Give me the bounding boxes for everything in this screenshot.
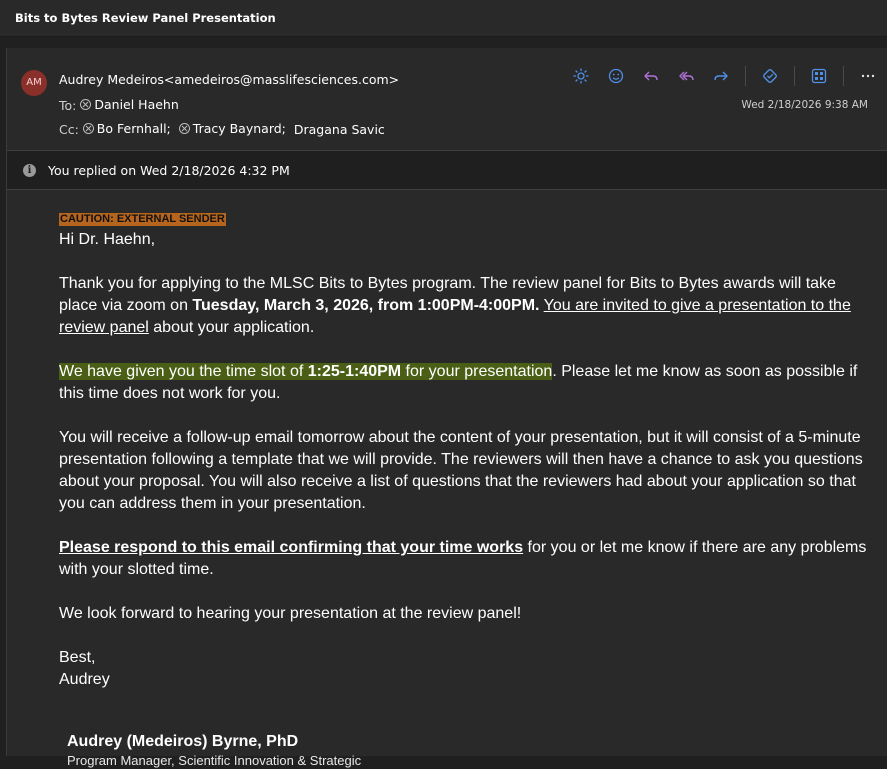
paragraph-3: You will receive a follow-up email tomor… (59, 429, 863, 512)
sun-icon[interactable] (570, 66, 592, 86)
paragraph-5: We look forward to hearing your presenta… (59, 605, 522, 622)
more-icon[interactable] (857, 66, 879, 86)
message-body: CAUTION: EXTERNAL SENDER Hi Dr. Haehn, T… (59, 207, 869, 769)
reply-all-icon[interactable] (675, 66, 697, 86)
message-date: Wed 2/18/2026 9:38 AM (741, 99, 868, 111)
sender-name[interactable]: Audrey Medeiros<amedeiros@masslifescienc… (59, 72, 399, 87)
remove-recipient-icon (178, 123, 190, 134)
toolbar-divider (843, 66, 844, 86)
recipient-name: Daniel Haehn (94, 97, 179, 112)
to-label: To: (59, 98, 77, 113)
cc-recipient-dragana-savic[interactable]: Dragana Savic (294, 122, 385, 137)
toolbar-divider (794, 66, 795, 86)
emoji-icon[interactable] (605, 66, 627, 86)
replied-text: You replied on Wed 2/18/2026 4:32 PM (48, 163, 290, 178)
window-title: Bits to Bytes Review Panel Presentation (15, 11, 276, 25)
recipient-name: Dragana Savic (293, 122, 385, 137)
to-line: To: Daniel Haehn (59, 97, 183, 113)
cc-label: Cc: (59, 122, 79, 137)
remove-recipient-icon (82, 123, 94, 134)
tag-icon[interactable] (759, 66, 781, 86)
reply-icon[interactable] (640, 66, 662, 86)
replied-banner: i You replied on Wed 2/18/2026 4:32 PM (7, 150, 887, 190)
paragraph-1: Thank you for applying to the MLSC Bits … (59, 275, 851, 336)
signature-name: Audrey (Medeiros) Byrne, PhD (67, 733, 299, 750)
remove-recipient-icon (80, 99, 92, 110)
cc-recipient-bo-fernhall[interactable]: Bo Fernhall; (82, 121, 171, 136)
paragraph-2: We have given you the time slot of 1:25-… (59, 363, 858, 402)
paragraph-4: Please respond to this email confirming … (59, 539, 867, 578)
recipient-name: Bo Fernhall; (96, 121, 171, 136)
apps-icon[interactable] (808, 66, 830, 86)
recipient-name: Tracy Baynard; (192, 121, 286, 136)
recipient-daniel-haehn[interactable]: Daniel Haehn (80, 97, 179, 112)
forward-icon[interactable] (710, 66, 732, 86)
greeting: Hi Dr. Haehn, (59, 231, 156, 248)
sender-line: Audrey Medeiros<amedeiros@masslifescienc… (59, 72, 399, 87)
caution-banner: CAUTION: EXTERNAL SENDER (59, 213, 226, 226)
cc-recipient-tracy-baynard[interactable]: Tracy Baynard; (178, 121, 286, 136)
closing: Best, (59, 649, 96, 666)
info-icon: i (23, 164, 36, 177)
toolbar-divider (745, 66, 746, 86)
title-bar: Bits to Bytes Review Panel Presentation (0, 0, 887, 37)
signature-title: Program Manager, Scientific Innovation &… (67, 753, 362, 768)
avatar[interactable]: AM (21, 70, 47, 96)
closing-name: Audrey (59, 671, 110, 688)
message-toolbar (570, 66, 887, 86)
cc-line: Cc: Bo Fernhall; Tracy Baynard; Dragana … (59, 121, 389, 137)
